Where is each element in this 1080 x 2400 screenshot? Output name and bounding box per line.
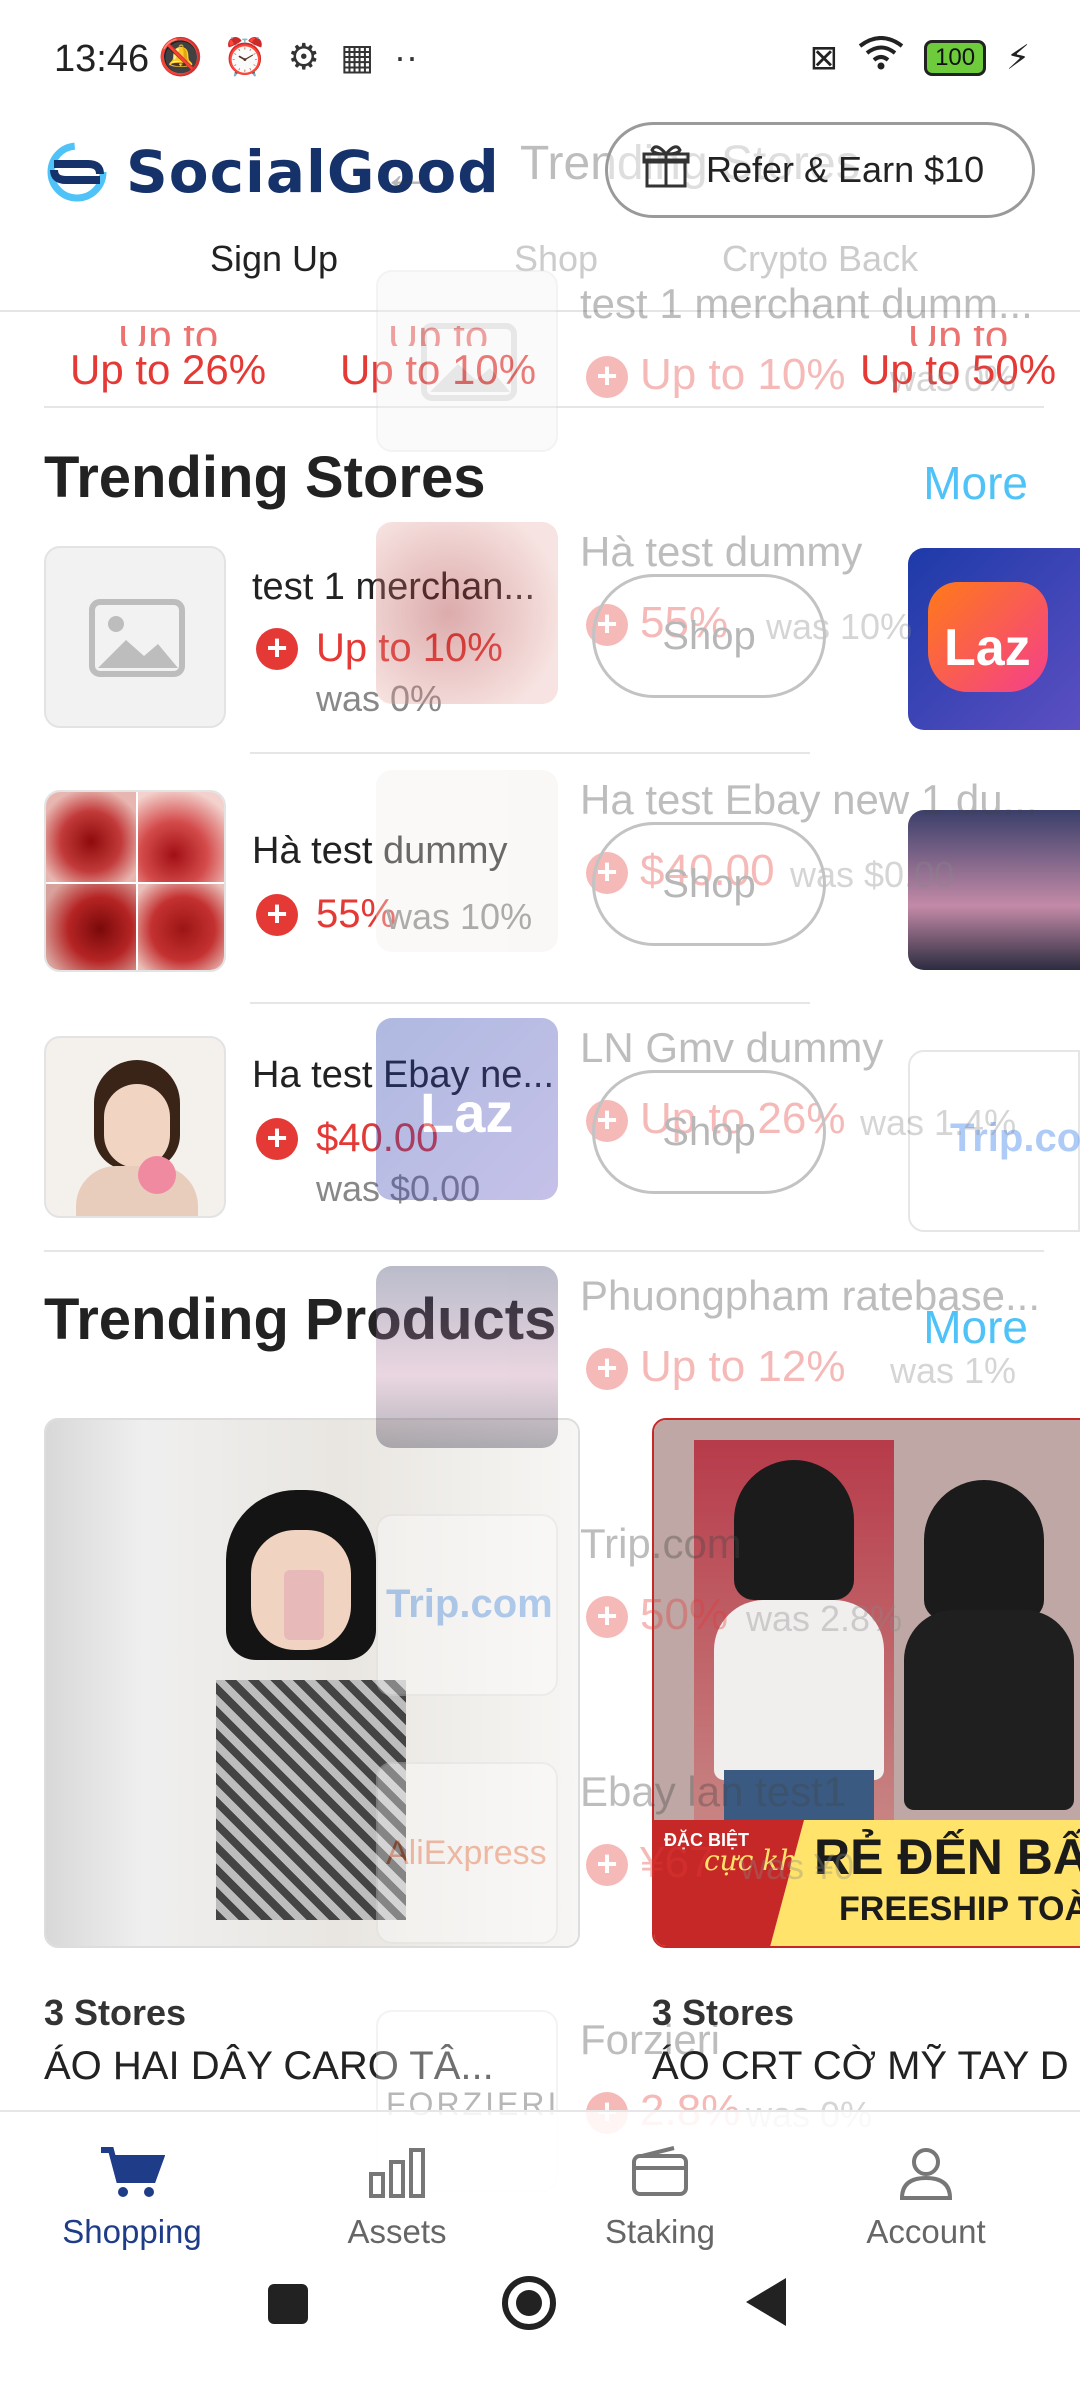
overlay-store-name: Hà test dummy [580,528,863,575]
nav-staking[interactable]: Staking [570,2146,750,2251]
overlay-store-name: Trip.com [580,1520,742,1567]
plus-icon: + [256,628,298,670]
alarm-icon: ⏰ [222,36,268,77]
overlay-store-name: test 1 merchant dumm... [580,280,1033,327]
overlay-thumb[interactable] [376,770,558,952]
overlay-rate: Up to 12% [640,1342,846,1391]
overlay-was: was 2.8% [746,1598,903,1639]
socialgood-logo-icon [42,142,112,202]
overlay-rate: Up to 10% [640,350,846,399]
overlay-store-name: Phuongpham ratebase... [580,1272,1040,1319]
wallet-icon [632,2146,688,2196]
overlay-thumb-lazada[interactable]: Laz [376,1018,558,1200]
refer-label: Refer & Earn $10 [706,149,985,190]
shop-button[interactable]: Shop [592,574,826,698]
grid-icon: ▦ [339,36,374,77]
home-button[interactable] [502,2276,556,2330]
status-time: 13:46 [54,38,150,80]
overlay-thumb[interactable] [376,522,558,704]
nav-label: Account [866,2213,986,2250]
nav-label: Shopping [62,2213,202,2250]
tab-sign-up[interactable]: Sign Up [210,238,338,280]
sim-off-icon: ⊠ [809,38,839,77]
overlay-store-list: test 1 merchant dumm... + Up to 10% was … [376,270,1080,2250]
shop-button[interactable]: Shop [592,822,826,946]
nav-label: Assets [347,2213,447,2250]
cart-icon [101,2147,166,2197]
plus-icon: + [586,1596,628,1638]
product-store-count: 3 Stores [44,1992,187,2033]
overlay-rate: ¥67 [640,1838,714,1887]
store-thumb-placeholder[interactable] [44,546,226,728]
more-dots-icon: ·· [393,36,418,77]
status-right-icons: ⊠ 100 ⚡ [810,36,1030,79]
brand-name: SocialGood [126,138,500,206]
overlay-was: was ¥0 [740,1846,855,1887]
store-thumb-model[interactable] [44,1036,226,1218]
image-placeholder-icon [421,323,517,401]
shop-button[interactable]: Shop [592,1070,826,1194]
plus-icon: + [586,1348,628,1390]
overlay-store-name: LN Gmv dummy [580,1024,884,1071]
nav-label: Staking [604,2213,716,2250]
wifi-icon [858,36,904,79]
overlay-store-name: Ebay lan test1 [580,1768,847,1815]
mute-bell-icon: 🔕 [158,36,203,77]
overlay-was: was 1% [890,1350,1017,1391]
overlay-store-name: Forzieri [580,2016,721,2063]
overlay-store-name: Ha test Ebay new 1 du... [580,776,1038,823]
screen: { "status_bar": {"time": "13:46", "batte… [0,0,1080,2400]
person-icon [899,2148,953,2200]
gear-icon: ⚙ [287,36,320,77]
status-left-icons: 🔕 ⏰ ⚙ ▦ ·· [158,36,418,78]
overlay-was: was 0% [890,358,1017,399]
refer-earn-button[interactable]: Refer & Earn $10 [605,122,1035,218]
plus-icon: + [256,1118,298,1160]
battery-icon: 100 [924,39,987,76]
status-bar: 13:46 🔕 ⏰ ⚙ ▦ ·· ⊠ 100 ⚡ [0,0,1080,120]
overlay-rate: 50% [640,1590,729,1639]
bar-chart-icon [369,2148,425,2198]
nav-account[interactable]: Account [836,2146,1016,2251]
image-placeholder-icon [89,599,185,677]
gift-icon [642,142,690,199]
nav-shopping[interactable]: Shopping [42,2146,222,2251]
plus-icon: + [586,356,628,398]
plus-icon: + [586,1844,628,1886]
plus-icon: + [256,894,298,936]
recents-button[interactable] [268,2284,308,2324]
system-nav-bar [0,2260,1080,2400]
overlay-thumb-aliexpress[interactable]: AliExpress [376,1762,558,1944]
rate-value: Up toUp to 26% [70,326,267,393]
overlay-thumb[interactable] [376,1266,558,1448]
back-button[interactable] [746,2278,786,2326]
store-thumb-lipstick[interactable] [44,790,226,972]
overlay-thumb-trip[interactable]: Trip.com [376,1514,558,1696]
overlay-was: was 1.4% [860,1102,1017,1143]
back-arrow-icon[interactable]: ← [380,140,436,205]
nav-assets[interactable]: Assets [307,2146,487,2251]
overlay-thumb[interactable] [376,270,558,452]
bottom-nav: Shopping Assets Staking Account [0,2110,1080,2260]
charging-icon: ⚡ [1006,38,1030,77]
